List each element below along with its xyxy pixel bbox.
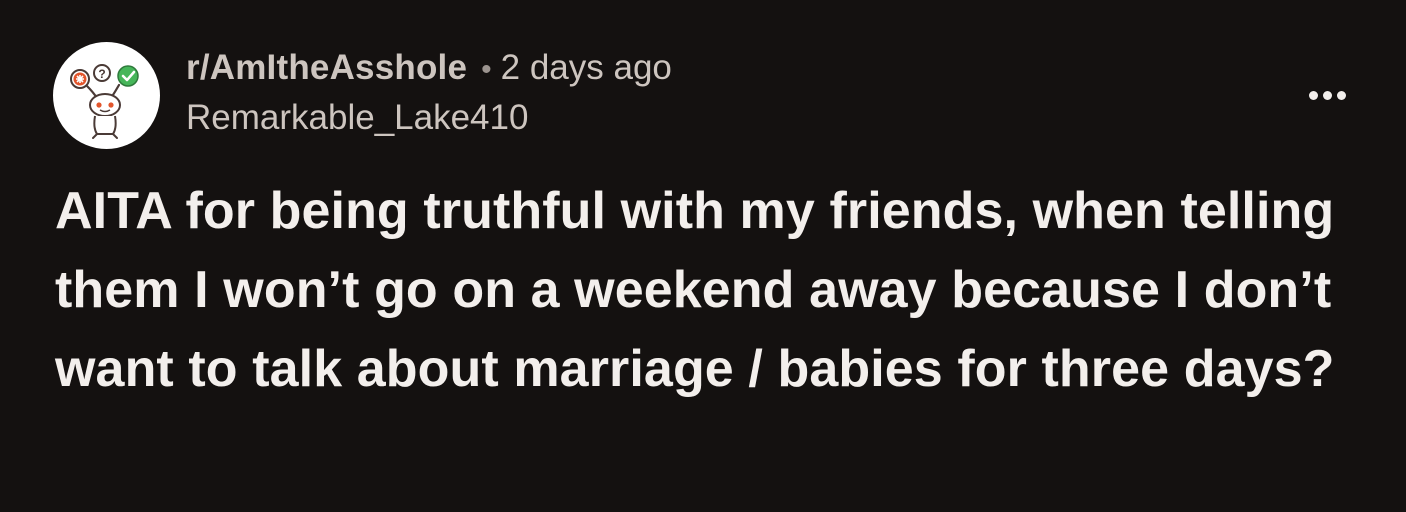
author-username[interactable]: Remarkable_Lake410 [186,98,672,138]
more-options-icon [1336,90,1346,100]
post-timestamp: 2 days ago [500,48,672,87]
svg-text:?: ? [98,67,105,81]
meta-separator: • [481,53,492,86]
post-title[interactable]: AITA for being truthful with my friends,… [55,172,1355,409]
more-options-button[interactable] [1300,80,1354,110]
avatar[interactable]: ? [53,42,160,149]
post-meta-line: r/AmItheAsshole • 2 days ago [186,48,672,92]
snoo-avatar-icon: ? [70,64,139,139]
more-options-icon [1308,90,1318,100]
post-card[interactable]: ? r/AmItheAsshole • 2 days ago Remarkabl… [0,0,1406,512]
subreddit-link[interactable]: r/AmItheAsshole [186,48,467,88]
more-options-icon [1322,90,1332,100]
post-meta: r/AmItheAsshole • 2 days ago Remarkable_… [186,48,672,138]
